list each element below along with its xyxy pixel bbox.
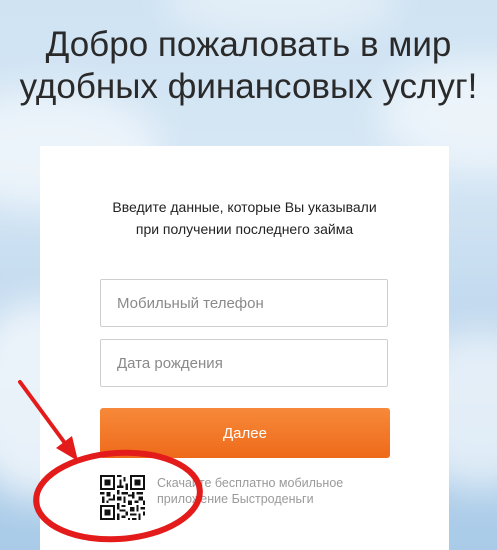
app-promo-text[interactable]: Скачайте бесплатно мобильное приложение … (157, 475, 343, 507)
form-instructions-line-1: Введите данные, которые Вы указывали (112, 199, 377, 215)
birthdate-input[interactable] (100, 339, 388, 387)
qr-code-icon[interactable] (100, 475, 145, 520)
form-instructions: Введите данные, которые Вы указывали при… (40, 196, 449, 240)
form-instructions-line-2: при получении последнего займа (135, 221, 354, 237)
page-title: Добро пожаловать в мир удобных финансовы… (0, 24, 497, 108)
login-card: Введите данные, которые Вы указывали при… (40, 146, 449, 550)
page-title-line-1: Добро пожаловать в мир (45, 25, 452, 64)
phone-input[interactable] (100, 279, 388, 327)
app-promo-line-2[interactable]: приложение Быстроденьги (157, 491, 343, 507)
app-download-promo[interactable]: Скачайте бесплатно мобильное приложение … (100, 471, 400, 527)
page-title-line-2: удобных финансовых услуг! (19, 67, 478, 106)
app-promo-line-1[interactable]: Скачайте бесплатно мобильное (157, 475, 343, 491)
next-button[interactable]: Далее (100, 408, 390, 458)
